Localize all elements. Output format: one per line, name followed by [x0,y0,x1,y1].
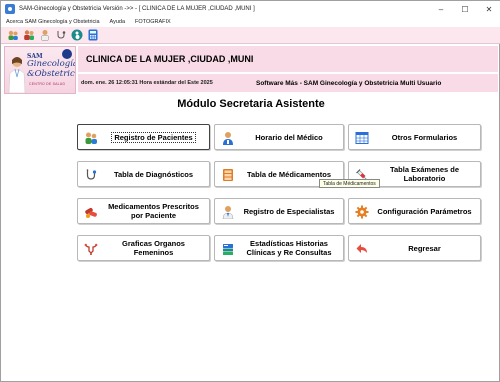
regresar-button[interactable]: Regresar [348,235,481,261]
tabla-diagnosticos-button[interactable]: Tabla de Diagnósticos [77,161,210,187]
toolbar [1,27,500,44]
estadisticas-historias-button[interactable]: Estadísticas Historias Clínicas y Re Cons… [214,235,344,261]
sam-logo: SAM Ginecología &Obstetricia CENTRO DE S… [4,46,76,94]
window-title: SAM-Ginecología y Obstetricia Versión ->… [19,6,255,12]
otros-formularios-label: Otros Formularios [391,132,458,142]
otros-formularios-button[interactable]: Otros Formularios [348,124,481,150]
calculator-icon[interactable] [87,29,99,41]
estadisticas-historias-label-line2: Clínicas y Re Consultas [246,248,332,257]
title-bar: SAM-Ginecología y Obstetricia Versión ->… [1,1,500,17]
menu-bar: Acerca SAM Ginecología y Obstetricia Ayu… [1,17,500,27]
tooltip: Tabla de Médicamentos [319,179,380,188]
registro-especialistas-button[interactable]: Registro de Especialistas [214,198,344,224]
stethoscope-icon [84,168,98,182]
patients-icon [84,131,98,145]
graficas-organos-label-line2: Femeninos [133,248,174,257]
registro-pacientes-label: Registro de Pacientes [111,131,196,143]
gear-icon [355,205,369,219]
regresar-label: Regresar [408,243,441,253]
medicamentos-prescritos-label-line2: por Paciente [130,211,176,220]
logo-badge-icon [62,49,72,59]
app-icon [5,4,15,14]
people-icon[interactable] [7,29,19,41]
pills-icon [84,205,98,219]
configuracion-parametros-label: Configuración Parámetros [377,206,472,216]
software-title: Software Más - SAM Ginecología y Obstetr… [256,79,442,87]
medicamentos-prescritos-label-line1: Medicamentos Prescritos [108,202,199,211]
menu-ayuda[interactable]: Ayuda [105,19,131,25]
spreadsheet-icon [355,131,369,145]
clinic-name: CLINICA DE LA MUJER ,CIUDAD ,MUNI [86,54,254,64]
app-window: SAM-Ginecología y Obstetricia Versión ->… [0,0,500,382]
logo-title-line2: &Obstetricia [27,69,75,79]
stethoscope-icon[interactable] [55,29,67,41]
tabla-examenes-label-line2: Laboratorio [403,174,446,183]
tabla-examenes-label-line1: Tabla Exámenes de [389,165,460,174]
tabla-diagnosticos-label: Tabla de Diagnósticos [113,169,194,179]
menu-acerca[interactable]: Acerca SAM Ginecología y Obstetricia [1,19,105,25]
graficas-organos-button[interactable]: Graficas Organos Femeninos [77,235,210,261]
registro-especialistas-label: Registro de Especialistas [243,206,335,216]
estadisticas-historias-label-line1: Estadísticas Historias [250,239,328,248]
menu-fotografix[interactable]: FOTOGRAFIX [130,19,176,25]
logo-title-line1: Ginecología [27,59,76,69]
horario-medico-button[interactable]: Horario del Médico [214,124,344,150]
configuracion-parametros-button[interactable]: Configuración Parámetros [348,198,481,224]
uterus-icon [84,242,98,256]
info-bar: dom. ene. 26 12:05:31 Hora estándar del … [78,74,498,92]
window-controls: – ☐ ✕ [429,1,500,17]
records-icon [221,242,235,256]
logo-subtitle: CENTRO DE SALUD [29,82,66,86]
module-title: Módulo Secretaria Asistente [177,98,325,110]
minimize-button[interactable]: – [429,1,453,17]
back-arrow-icon [355,242,369,256]
clinic-bar: CLINICA DE LA MUJER ,CIUDAD ,MUNI [78,46,498,72]
graficas-organos-label-line1: Graficas Organos [122,239,185,248]
users-icon[interactable] [23,29,35,41]
doctor-icon[interactable] [39,29,51,41]
horario-medico-label: Horario del Médico [255,132,323,142]
maximize-button[interactable]: ☐ [453,1,477,17]
datetime-text: dom. ene. 26 12:05:31 Hora estándar del … [81,80,213,86]
patient-photo [8,57,26,93]
registro-pacientes-button[interactable]: Registro de Pacientes [77,124,210,150]
header: SAM Ginecología &Obstetricia CENTRO DE S… [4,46,498,94]
close-button[interactable]: ✕ [477,1,500,17]
medicine-cabinet-icon [221,168,235,182]
doctor-icon [221,131,235,145]
pregnancy-icon[interactable] [71,29,83,41]
specialist-icon [221,205,235,219]
medicamentos-prescritos-button[interactable]: Medicamentos Prescritos por Paciente [77,198,210,224]
